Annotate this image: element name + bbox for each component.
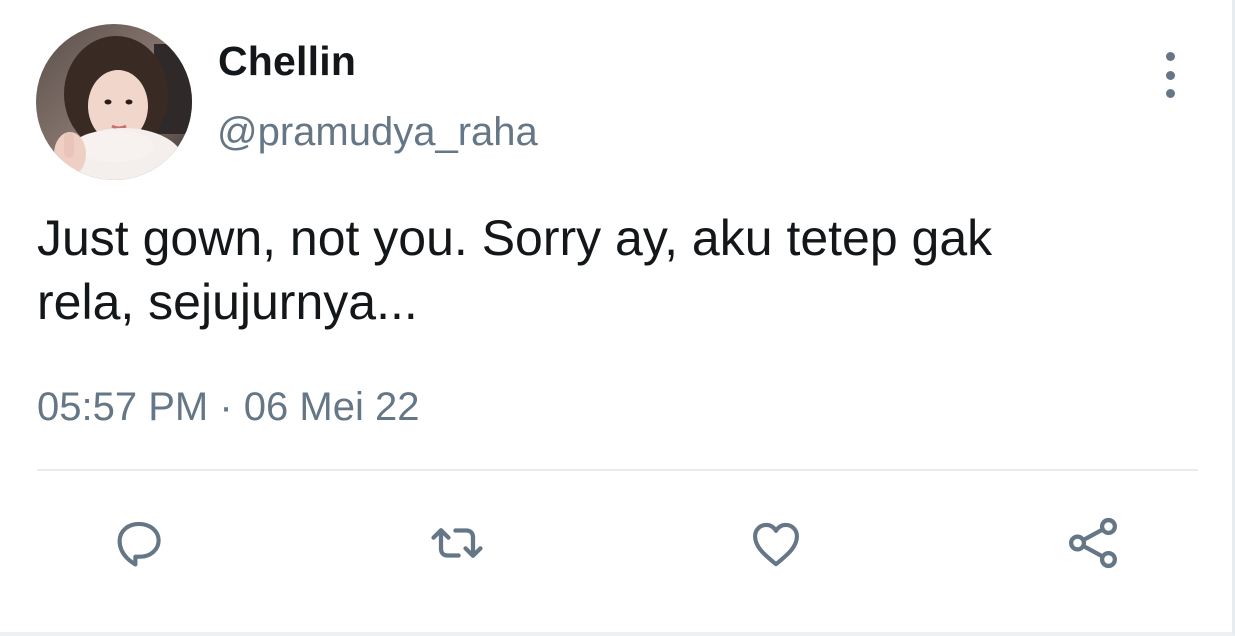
display-name[interactable]: Chellin — [218, 38, 356, 85]
vertical-dots-icon — [1165, 52, 1175, 61]
share-nodes-icon — [1068, 517, 1117, 569]
more-options-button[interactable] — [1150, 52, 1190, 98]
vertical-dots-icon — [1165, 89, 1175, 98]
meta-separator: · — [219, 385, 233, 429]
reply-button[interactable] — [107, 511, 171, 575]
tweet-text-line: Just gown, not you. Sorry ay, aku tetep … — [37, 210, 993, 266]
like-button[interactable] — [744, 511, 808, 575]
divider — [37, 469, 1198, 471]
heart-icon — [753, 522, 799, 567]
share-button[interactable] — [1061, 511, 1125, 575]
tweet-card: Chellin @pramudya_raha Just gown, not yo… — [0, 0, 1235, 636]
tweet-date: 06 Mei 22 — [243, 385, 420, 429]
speech-bubble-icon — [117, 521, 161, 567]
tweet-time: 05:57 PM — [37, 385, 209, 429]
user-handle[interactable]: @pramudya_raha — [217, 110, 538, 155]
tweet-timestamp[interactable]: 05:57 PM · 06 Mei 22 — [37, 385, 419, 430]
vertical-dots-icon — [1165, 70, 1175, 80]
tweet-text: Just gown, not you. Sorry ay, aku tetep … — [37, 206, 1187, 334]
tweet-text-line: rela, sejujurnya... — [37, 274, 418, 330]
avatar-photo — [36, 24, 192, 180]
retweet-arrows-icon — [431, 528, 483, 558]
avatar[interactable] — [36, 24, 192, 180]
retweet-button[interactable] — [425, 511, 489, 575]
